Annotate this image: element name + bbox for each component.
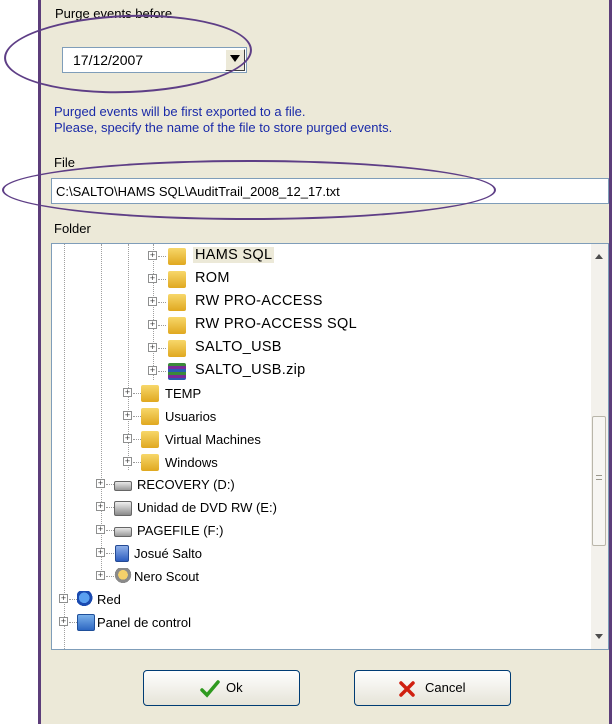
expand-icon[interactable]: + xyxy=(123,434,132,443)
folder-icon xyxy=(168,317,186,334)
tree-item-label: Josué Salto xyxy=(134,546,202,561)
folder-label: Folder xyxy=(54,221,91,236)
tree-guide-line xyxy=(64,244,65,649)
expand-icon[interactable]: + xyxy=(96,548,105,557)
expand-icon[interactable]: + xyxy=(96,502,105,511)
ok-button[interactable]: Ok xyxy=(143,670,300,706)
user-documents-icon xyxy=(115,545,129,562)
expand-icon[interactable]: + xyxy=(123,411,132,420)
expand-icon[interactable]: + xyxy=(96,525,105,534)
tree-item-label: RECOVERY (D:) xyxy=(137,477,235,492)
checkmark-icon xyxy=(200,680,220,698)
tree-item-label: Virtual Machines xyxy=(165,432,261,447)
close-icon xyxy=(399,681,415,697)
tree-item-label: Red xyxy=(97,592,121,607)
dropdown-button[interactable] xyxy=(225,49,245,71)
expand-icon[interactable]: + xyxy=(148,366,157,375)
tree-item-label: Unidad de DVD RW (E:) xyxy=(137,500,277,515)
network-icon xyxy=(77,591,95,608)
expand-icon[interactable]: + xyxy=(148,297,157,306)
tree-item-label: Panel de control xyxy=(97,615,191,630)
dvd-drive-icon xyxy=(114,501,132,516)
tree-item-label: TEMP xyxy=(165,386,202,401)
nero-scout-icon xyxy=(114,568,132,585)
scroll-down-icon[interactable] xyxy=(595,634,603,639)
tree-item-label: Nero Scout xyxy=(134,569,200,584)
purge-date-combobox[interactable]: 17/12/2007 xyxy=(62,47,247,73)
tree-item-label: SALTO_USB xyxy=(195,339,282,355)
tree-item-label: RW PRO-ACCESS xyxy=(195,293,323,309)
info-line-1: Purged events will be first exported to … xyxy=(54,104,306,119)
tree-item-label: SALTO_USB.zip xyxy=(195,362,306,378)
user-folder-icon xyxy=(141,408,159,425)
folder-icon xyxy=(141,454,159,471)
tree-item-label: Windows xyxy=(165,455,218,470)
folder-icon xyxy=(141,385,159,402)
tree-item-label: Usuarios xyxy=(165,409,217,424)
expand-icon[interactable]: + xyxy=(148,274,157,283)
folder-icon xyxy=(141,431,159,448)
ok-button-label: Ok xyxy=(226,680,243,695)
zip-archive-icon xyxy=(168,363,186,380)
folder-icon xyxy=(168,340,186,357)
file-path-value: C:\SALTO\HAMS SQL\AuditTrail_2008_12_17.… xyxy=(56,184,340,199)
tree-guide-line xyxy=(101,244,102,572)
drive-icon xyxy=(114,481,132,491)
file-label: File xyxy=(54,155,75,170)
tree-item-label: RW PRO-ACCESS SQL xyxy=(195,316,357,332)
purge-events-label: Purge events before xyxy=(55,6,173,21)
folder-icon xyxy=(168,294,186,311)
purge-info-text: Purged events will be first exported to … xyxy=(54,104,392,136)
purge-date-value: 17/12/2007 xyxy=(73,52,144,68)
chevron-down-icon xyxy=(230,55,240,62)
expand-icon[interactable]: + xyxy=(123,388,132,397)
scroll-up-icon[interactable] xyxy=(595,254,603,259)
info-line-2: Please, specify the name of the file to … xyxy=(54,120,393,135)
control-panel-icon xyxy=(77,614,95,631)
folder-icon xyxy=(168,248,186,265)
tree-item-label: HAMS SQL xyxy=(193,247,275,263)
expand-icon[interactable]: + xyxy=(59,594,68,603)
tree-item-label: ROM xyxy=(195,270,230,286)
cancel-button[interactable]: Cancel xyxy=(354,670,511,706)
folder-tree[interactable]: + HAMS SQL + ROM + RW PRO-ACCESS + RW PR… xyxy=(51,243,609,650)
expand-icon[interactable]: + xyxy=(59,617,68,626)
tree-item-label: PAGEFILE (F:) xyxy=(137,523,224,538)
expand-icon[interactable]: + xyxy=(96,479,105,488)
expand-icon[interactable]: + xyxy=(96,571,105,580)
scrollbar-thumb[interactable] xyxy=(592,416,606,546)
expand-icon[interactable]: + xyxy=(148,320,157,329)
cancel-button-label: Cancel xyxy=(425,680,466,695)
tree-scrollbar[interactable] xyxy=(591,244,608,649)
expand-icon[interactable]: + xyxy=(123,457,132,466)
drive-icon xyxy=(114,527,132,537)
file-path-input[interactable]: C:\SALTO\HAMS SQL\AuditTrail_2008_12_17.… xyxy=(51,178,609,204)
folder-icon xyxy=(168,271,186,288)
tree-guide-line xyxy=(153,244,154,380)
expand-icon[interactable]: + xyxy=(148,251,157,260)
expand-icon[interactable]: + xyxy=(148,343,157,352)
grip-icon xyxy=(596,475,602,480)
